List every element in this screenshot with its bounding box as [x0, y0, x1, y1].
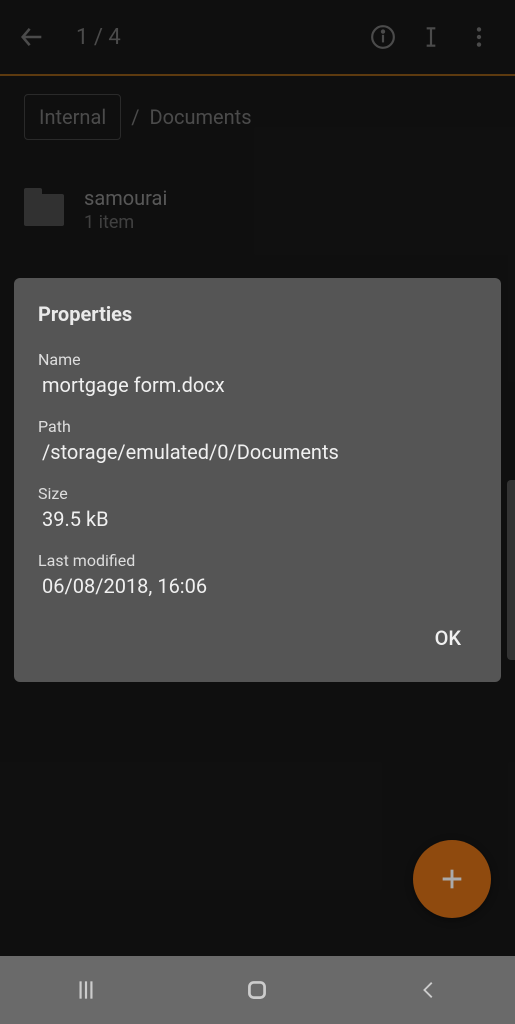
prop-path-label: Path: [38, 417, 477, 436]
dialog-title: Properties: [38, 302, 477, 326]
fab-add-button[interactable]: [413, 840, 491, 918]
prop-modified-label: Last modified: [38, 551, 477, 570]
prop-name-label: Name: [38, 350, 477, 369]
ok-button[interactable]: OK: [419, 618, 477, 658]
prop-size-value: 39.5 kB: [38, 507, 477, 531]
prop-path-value: /storage/emulated/0/Documents: [38, 440, 477, 464]
nav-home-icon[interactable]: [227, 970, 287, 1010]
properties-dialog: Properties Name mortgage form.docx Path …: [14, 278, 501, 682]
system-nav-bar: [0, 956, 515, 1024]
prop-size-label: Size: [38, 484, 477, 503]
prop-modified-value: 06/08/2018, 16:06: [38, 574, 477, 598]
nav-back-icon[interactable]: [399, 970, 459, 1010]
nav-recent-icon[interactable]: [56, 970, 116, 1010]
prop-name-value: mortgage form.docx: [38, 373, 477, 397]
